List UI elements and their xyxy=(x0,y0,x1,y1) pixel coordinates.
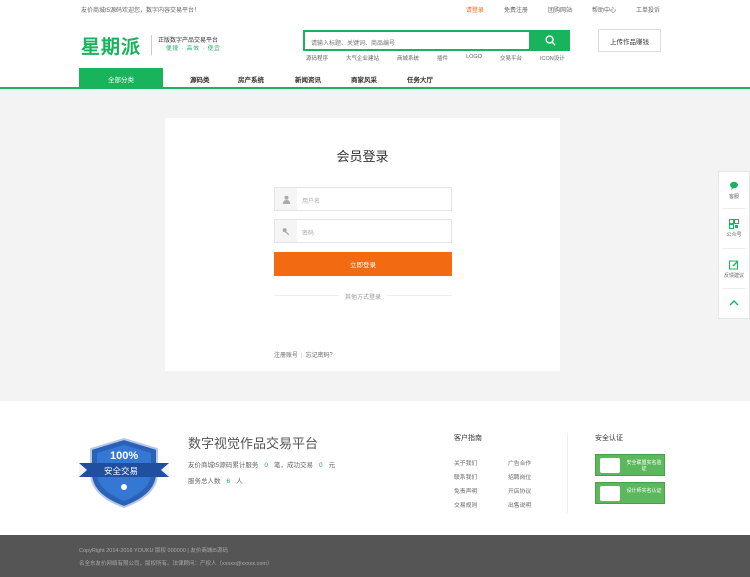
hotword[interactable]: 交易平台 xyxy=(500,54,522,62)
login-link[interactable]: 请登录 xyxy=(466,5,484,14)
edit-icon xyxy=(729,260,739,270)
username-field[interactable]: 用户名 xyxy=(274,187,452,211)
guide-column-1: 关于我们 联系我们 免责声明 交易规则 xyxy=(454,457,477,513)
slogan: 正版数字产品交易平台 xyxy=(158,38,219,44)
logo-divider xyxy=(151,35,152,55)
login-footer-links: 注册账号 | 忘记密码？ xyxy=(274,353,336,359)
guide-link[interactable]: 免责声明 xyxy=(454,485,477,499)
divider xyxy=(722,208,746,209)
stats-label: 笔，成功交易 xyxy=(274,462,314,469)
footer-title: 数字视觉作品交易平台 xyxy=(188,436,319,451)
guide-link[interactable]: 关于我们 xyxy=(454,457,477,471)
group-buy-link[interactable]: 团购网站 xyxy=(548,5,572,14)
guide-link[interactable]: 开店协议 xyxy=(508,485,531,499)
guide-title: 客户指南 xyxy=(454,435,482,442)
safe-trade-badge: 100% 安全交易 xyxy=(79,437,169,514)
stats-unit: 元 xyxy=(328,462,336,469)
user-count: 6 xyxy=(226,478,231,485)
hotword[interactable]: 插件 xyxy=(437,54,448,62)
guide-link[interactable]: 招聘岗位 xyxy=(508,471,531,485)
stats-label: 友价商城t5源码累计服务 xyxy=(188,462,259,469)
float-label: 客服 xyxy=(728,194,739,200)
nav-item-real-estate[interactable]: 房产系统 xyxy=(238,74,264,84)
trade-amount: 0 xyxy=(319,462,323,469)
welcome-text: 友价商城t5源码欢迎您，数字内容交易平台！ xyxy=(81,8,201,14)
float-label: 反馈建议 xyxy=(723,273,744,279)
hot-keywords: 源码程序 大气企业建站 商城系统 插件 LOGO 交易平台 ICON设计 xyxy=(306,54,583,62)
hotword[interactable]: 商城系统 xyxy=(397,54,419,62)
other-login-methods: 其他方式登录 xyxy=(274,292,452,301)
float-label: 公众号 xyxy=(726,232,742,238)
copyright-text: CopyRight 2014-2016 YOUKU 版权 000000 | 友价… xyxy=(79,548,228,554)
footer-divider xyxy=(567,433,568,513)
search-icon xyxy=(545,35,556,46)
key-icon xyxy=(275,220,297,242)
verified-icon xyxy=(600,458,620,473)
help-center-link[interactable]: 帮助中心 xyxy=(592,5,616,14)
login-card: 会员登录 用户名 密码 立即登录 其他方式登录 注册账号 | 忘记密码？ xyxy=(165,118,560,371)
copyright-bar: CopyRight 2014-2016 YOUKU 版权 000000 | 友价… xyxy=(0,535,750,577)
register-link[interactable]: 免费注册 xyxy=(504,5,528,14)
cert-badge-designer[interactable]: 设计师实名认证 xyxy=(595,482,665,504)
service-count: 0 xyxy=(264,462,269,469)
login-title: 会员登录 xyxy=(336,149,389,164)
hotword[interactable]: LOGO xyxy=(466,54,482,62)
login-submit-button[interactable]: 立即登录 xyxy=(274,252,452,276)
guide-link[interactable]: 广告合作 xyxy=(508,457,531,471)
nav-item-task-hall[interactable]: 任务大厅 xyxy=(407,74,433,84)
qrcode-icon xyxy=(729,219,739,229)
forgot-password-link[interactable]: 忘记密码？ xyxy=(306,353,336,359)
guide-link[interactable]: 出售说明 xyxy=(508,499,531,513)
top-bar: 友价商城t5源码欢迎您，数字内容交易平台！ 请登录 免费注册 团购网站 帮助中心… xyxy=(0,0,750,16)
footer: 100% 安全交易 数字视觉作品交易平台 友价商城t5源码累计服务 0 笔，成功交易… xyxy=(0,401,750,535)
trade-stats: 友价商城t5源码累计服务 0 笔，成功交易 0 元 xyxy=(188,459,335,469)
cert-label: 安全联盟实名验证 xyxy=(626,460,662,472)
header: 星期派 正版数字产品交易平台 便捷 · 高效 · 便宜 源码程序 大气企业建站 … xyxy=(0,16,750,68)
hotword[interactable]: ICON设计 xyxy=(540,54,565,62)
password-field[interactable]: 密码 xyxy=(274,219,452,243)
password-placeholder: 密码 xyxy=(302,231,315,237)
divider xyxy=(722,248,746,249)
site-logo[interactable]: 星期派 xyxy=(81,32,141,59)
top-links: 请登录 免费注册 团购网站 帮助中心 工单投诉 xyxy=(446,5,660,14)
hotword[interactable]: 大气企业建站 xyxy=(346,54,379,62)
cert-title: 安全认证 xyxy=(595,435,623,442)
badge-percent: 100% xyxy=(110,450,139,462)
nav-item-news[interactable]: 新闻资讯 xyxy=(295,74,321,84)
user-icon xyxy=(275,188,297,210)
floating-toolbar: 客服 公众号 反馈建议 xyxy=(718,171,750,319)
main-nav: 全部分类 源码类 房产系统 新闻资讯 商家风采 任务大厅 xyxy=(0,68,750,89)
upload-work-button[interactable]: 上传作品赚钱 xyxy=(598,29,661,52)
float-service[interactable]: 客服 xyxy=(719,181,749,200)
back-to-top-button[interactable] xyxy=(719,299,749,309)
stats-label: 服务总人数 xyxy=(188,478,221,485)
search-input[interactable] xyxy=(305,35,529,53)
stats-unit: 人 xyxy=(236,478,243,485)
guide-link[interactable]: 交易规则 xyxy=(454,499,477,513)
chat-icon xyxy=(730,181,738,190)
all-categories-button[interactable]: 全部分类 xyxy=(79,68,163,89)
slogan-tags: 便捷 · 高效 · 便宜 xyxy=(166,46,221,52)
cert-label: 设计师实名认证 xyxy=(626,488,662,494)
guide-link[interactable]: 联系我们 xyxy=(454,471,477,485)
float-feedback[interactable]: 反馈建议 xyxy=(719,260,749,279)
badge-text: 安全交易 xyxy=(104,466,139,476)
search-box xyxy=(303,30,531,53)
username-placeholder: 用户名 xyxy=(302,199,321,205)
guide-column-2: 广告合作 招聘岗位 开店协议 出售说明 xyxy=(508,457,531,513)
nav-item-merchants[interactable]: 商家风采 xyxy=(351,74,377,84)
register-account-link[interactable]: 注册账号 xyxy=(274,353,298,359)
chevron-up-icon xyxy=(729,300,739,306)
complaint-link[interactable]: 工单投诉 xyxy=(636,5,660,14)
cert-badge-alliance[interactable]: 安全联盟实名验证 xyxy=(595,454,665,476)
nav-item-source-code[interactable]: 源码类 xyxy=(190,74,210,84)
id-card-icon xyxy=(600,486,620,501)
float-wechat[interactable]: 公众号 xyxy=(719,219,749,238)
hotword[interactable]: 源码程序 xyxy=(306,54,328,62)
contact-text: 名全东友价网络有限公司，版权所有。法律顾问：产权人（xxxxx@xxxxx.co… xyxy=(79,561,273,567)
user-stats: 服务总人数 6 人 xyxy=(188,475,243,485)
search-button[interactable] xyxy=(531,30,570,51)
divider xyxy=(722,288,746,289)
